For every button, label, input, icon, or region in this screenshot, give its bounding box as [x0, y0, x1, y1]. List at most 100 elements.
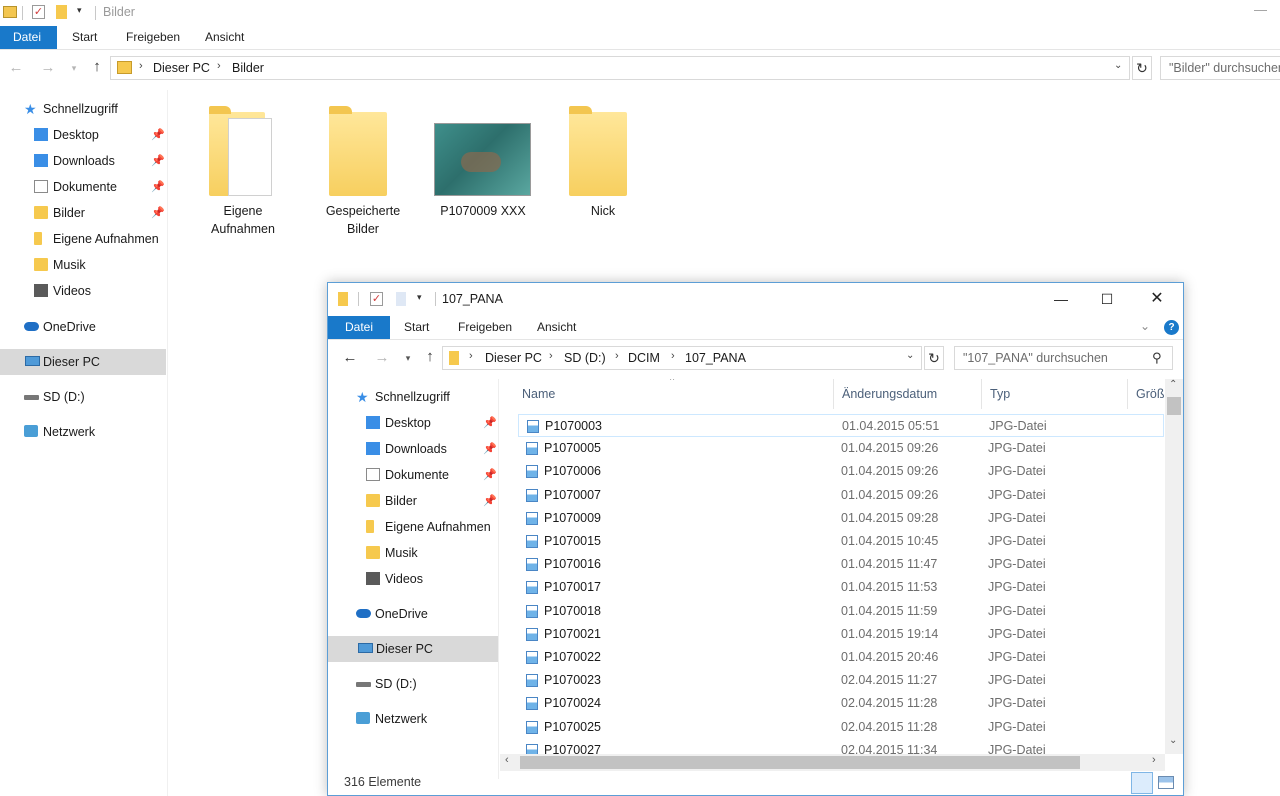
pin-icon[interactable]: 📌	[151, 180, 165, 193]
scrollbar-thumb[interactable]	[520, 756, 1080, 769]
address-dropdown-icon[interactable]: ⌄	[1114, 60, 1122, 71]
minimize-icon[interactable]: —	[1254, 2, 1267, 17]
file-row[interactable]: P1070015 01.04.2015 10:45 JPG-Datei	[518, 530, 1164, 553]
sidebar-item-bilder[interactable]: Bilder	[34, 201, 85, 225]
file-row[interactable]: P1070006 01.04.2015 09:26 JPG-Datei	[518, 460, 1164, 483]
sidebar-item-downloads[interactable]: Downloads	[366, 437, 447, 461]
breadcrumb-dcim[interactable]: DCIM	[628, 351, 660, 365]
sidebar-quick-access[interactable]: ★ Schnellzugriff	[24, 97, 118, 121]
sidebar-item-musik[interactable]: Musik	[34, 253, 86, 277]
sidebar-item-videos[interactable]: Videos	[366, 567, 423, 591]
forward-arrow-icon[interactable]: →	[372, 347, 392, 369]
up-arrow-icon[interactable]: ↑	[420, 346, 440, 368]
sidebar-item-sd[interactable]: SD (D:)	[356, 672, 417, 696]
pin-icon[interactable]: 📌	[483, 442, 497, 455]
breadcrumb-chevron-icon[interactable]: ›	[217, 60, 221, 72]
pin-icon[interactable]: 📌	[151, 128, 165, 141]
sidebar-item-netzwerk[interactable]: Netzwerk	[356, 707, 427, 731]
file-row[interactable]: P1070022 01.04.2015 20:46 JPG-Datei	[518, 646, 1164, 669]
pin-icon[interactable]: 📌	[151, 154, 165, 167]
sidebar-item-dokumente[interactable]: Dokumente	[366, 463, 449, 487]
scroll-right-icon[interactable]: ›	[1152, 754, 1156, 766]
pin-icon[interactable]: 📌	[483, 468, 497, 481]
properties-icon[interactable]: ✓	[32, 5, 45, 19]
pin-icon[interactable]: 📌	[483, 494, 497, 507]
horizontal-scrollbar[interactable]: ‹ ›	[500, 754, 1165, 771]
scroll-left-icon[interactable]: ‹	[505, 754, 509, 766]
help-icon[interactable]: ?	[1164, 320, 1179, 335]
file-row[interactable]: P1070005 01.04.2015 09:26 JPG-Datei	[518, 437, 1164, 460]
tab-ansicht[interactable]: Ansicht	[192, 26, 257, 49]
sidebar-item-eigene-aufnahmen[interactable]: Eigene Aufnahmen	[366, 515, 491, 539]
tile-p1070009-xxx[interactable]: P1070009 XXX	[428, 104, 538, 220]
breadcrumb-107-pana[interactable]: 107_PANA	[685, 351, 746, 365]
tab-ansicht[interactable]: Ansicht	[524, 316, 589, 339]
file-row[interactable]: P1070027 02.04.2015 11:34 JPG-Datei	[518, 739, 1164, 754]
file-row[interactable]: P1070024 02.04.2015 11:28 JPG-Datei	[518, 692, 1164, 715]
tab-datei[interactable]: Datei	[0, 26, 57, 49]
tab-start[interactable]: Start	[391, 316, 442, 339]
up-arrow-icon[interactable]: ↑	[87, 56, 107, 78]
tab-start[interactable]: Start	[59, 26, 110, 49]
column-header-name[interactable]: Name	[514, 379, 834, 409]
maximize-button[interactable]: ☐	[1084, 283, 1130, 315]
tile-eigene-aufnahmen[interactable]: Eigene Aufnahmen	[198, 104, 288, 238]
refresh-icon[interactable]: ↻	[1132, 56, 1152, 80]
vertical-scrollbar[interactable]: ⌃ ⌄	[1165, 379, 1183, 754]
back-arrow-icon[interactable]: ←	[340, 347, 360, 369]
sidebar-item-videos[interactable]: Videos	[34, 279, 91, 303]
breadcrumb-chevron-icon[interactable]: ›	[671, 350, 675, 362]
pin-icon[interactable]: 📌	[483, 416, 497, 429]
sidebar-item-downloads[interactable]: Downloads	[34, 149, 115, 173]
large-icons-view-icon[interactable]	[1158, 776, 1174, 789]
pin-icon[interactable]: 📌	[151, 206, 165, 219]
scroll-down-icon[interactable]: ⌄	[1169, 735, 1177, 746]
tile-gespeicherte-bilder[interactable]: Gespeicherte Bilder	[318, 104, 408, 238]
expand-ribbon-chevron-icon[interactable]: ⌄	[1140, 319, 1150, 333]
breadcrumb-chevron-icon[interactable]: ›	[469, 350, 473, 362]
address-dropdown-icon[interactable]: ⌄	[906, 350, 914, 361]
search-icon[interactable]: ⚲	[1152, 350, 1162, 366]
sidebar-item-netzwerk[interactable]: Netzwerk	[24, 420, 95, 444]
tile-nick[interactable]: Nick	[558, 104, 648, 220]
recent-chevron-icon[interactable]: ▾	[398, 347, 418, 369]
breadcrumb-dieser-pc[interactable]: Dieser PC	[485, 351, 542, 365]
breadcrumb-dieser-pc[interactable]: Dieser PC	[153, 61, 210, 75]
breadcrumb-sd[interactable]: SD (D:)	[564, 351, 606, 365]
file-row[interactable]: P1070016 01.04.2015 11:47 JPG-Datei	[518, 553, 1164, 576]
file-row[interactable]: P1070009 01.04.2015 09:28 JPG-Datei	[518, 507, 1164, 530]
sidebar-item-desktop[interactable]: Desktop	[34, 123, 99, 147]
sidebar-item-dieser-pc[interactable]: Dieser PC	[0, 349, 166, 375]
scroll-up-icon[interactable]: ⌃	[1169, 379, 1177, 390]
file-row[interactable]: P1070003 01.04.2015 05:51 JPG-Datei	[518, 414, 1164, 437]
minimize-button[interactable]: —	[1038, 283, 1084, 315]
address-bar[interactable]: › Dieser PC › Bilder ⌄	[110, 56, 1130, 80]
sidebar-item-musik[interactable]: Musik	[366, 541, 418, 565]
file-row[interactable]: P1070018 01.04.2015 11:59 JPG-Datei	[518, 600, 1164, 623]
recent-chevron-icon[interactable]: ▾	[64, 57, 84, 79]
tab-freigeben[interactable]: Freigeben	[445, 316, 525, 339]
column-header-date[interactable]: Änderungsdatum	[834, 379, 982, 409]
new-folder-icon[interactable]	[56, 5, 67, 19]
file-row[interactable]: P1070023 02.04.2015 11:27 JPG-Datei	[518, 669, 1164, 692]
sidebar-item-onedrive[interactable]: OneDrive	[24, 315, 96, 339]
search-input[interactable]: "107_PANA" durchsuchen	[954, 346, 1173, 370]
back-arrow-icon[interactable]: ←	[6, 57, 26, 79]
forward-arrow-icon[interactable]: →	[38, 57, 58, 79]
chevron-down-icon[interactable]: ▾	[417, 292, 422, 303]
breadcrumb-chevron-icon[interactable]: ›	[549, 350, 553, 362]
close-button[interactable]: ✕	[1134, 283, 1180, 315]
column-header-type[interactable]: Typ	[982, 379, 1128, 409]
sidebar-item-dieser-pc[interactable]: Dieser PC	[328, 636, 498, 662]
sidebar-item-onedrive[interactable]: OneDrive	[356, 602, 428, 626]
sidebar-quick-access[interactable]: ★ Schnellzugriff	[356, 385, 450, 409]
chevron-down-icon[interactable]: ▾	[77, 5, 82, 16]
breadcrumb-chevron-icon[interactable]: ›	[615, 350, 619, 362]
properties-icon[interactable]: ✓	[370, 292, 383, 306]
new-folder-icon[interactable]	[396, 292, 406, 306]
tab-freigeben[interactable]: Freigeben	[113, 26, 193, 49]
details-view-icon[interactable]	[1131, 772, 1153, 794]
file-row[interactable]: P1070017 01.04.2015 11:53 JPG-Datei	[518, 576, 1164, 599]
sidebar-item-desktop[interactable]: Desktop	[366, 411, 431, 435]
file-row[interactable]: P1070007 01.04.2015 09:26 JPG-Datei	[518, 484, 1164, 507]
